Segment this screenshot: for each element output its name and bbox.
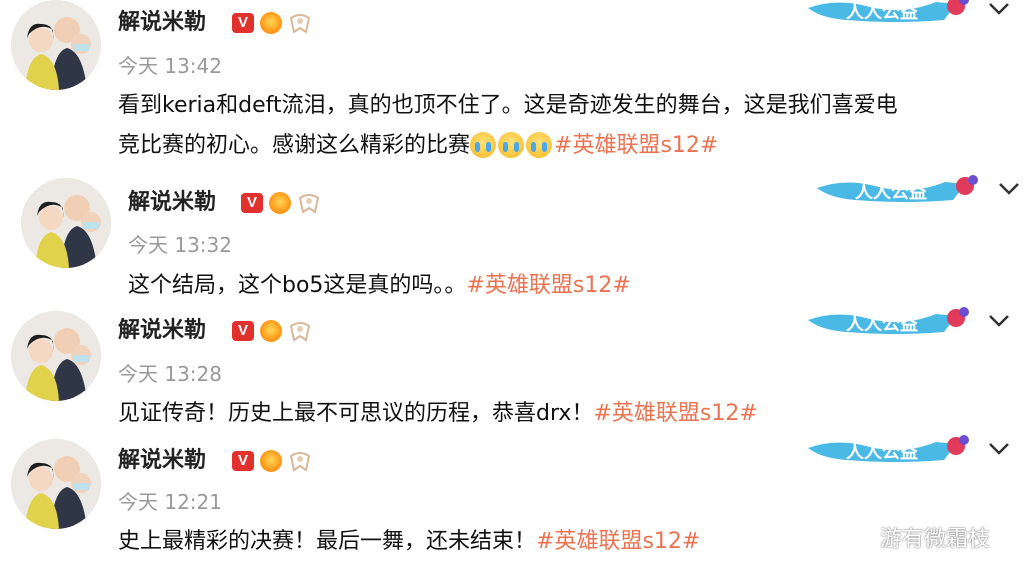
author-name[interactable]: 解说米勒 — [118, 448, 206, 474]
crying-emoji-icon — [498, 132, 525, 158]
hashtag-link[interactable]: #英雄联盟s12# — [536, 529, 700, 554]
post-time[interactable]: 今天 13:42 — [118, 54, 222, 78]
charity-banner[interactable]: 人人公益 — [815, 174, 980, 204]
hashtag-link[interactable]: #英雄联盟s12# — [554, 133, 718, 158]
author-badges: V — [232, 318, 312, 344]
post-text: 史上最精彩的决赛！最后一舞，还未结束！ — [118, 529, 537, 554]
post-text-line: 见证传奇！历史上最不可思议的历程，恭喜drx！#英雄联盟s12# — [118, 394, 758, 433]
hashtag-link[interactable]: #英雄联盟s12# — [466, 273, 630, 298]
banner-text: 人人公益 — [846, 313, 918, 335]
chevron-down-icon[interactable] — [994, 174, 1024, 204]
post-time[interactable]: 今天 13:32 — [128, 233, 232, 257]
avatar[interactable] — [21, 178, 111, 268]
avatar-photo-icon — [11, 311, 101, 401]
post-1: 解说米勒 V 今天 13:42 看到keria和deft流泪，真的也顶不住了。这… — [0, 0, 1024, 175]
author-name[interactable]: 解说米勒 — [128, 190, 216, 216]
watermark-text: 游有微霜枝 — [880, 527, 991, 552]
author-name[interactable]: 解说米勒 — [118, 10, 206, 36]
verified-v-icon: V — [232, 13, 254, 33]
hashtag-link[interactable]: #英雄联盟s12# — [593, 401, 757, 426]
post-3: 解说米勒 V 今天 13:28 见证传奇！历史上最不可思议的历程，恭喜drx！#… — [0, 306, 1024, 434]
post-time[interactable]: 今天 13:28 — [118, 362, 222, 386]
post-text: 这个结局，这个bo5这是真的吗。。 — [128, 273, 467, 298]
chevron-down-icon[interactable] — [984, 434, 1014, 464]
avatar[interactable] — [11, 0, 101, 90]
fire-medal-icon — [269, 192, 291, 214]
post-text: 见证传奇！历史上最不可思议的历程，恭喜drx！ — [118, 401, 594, 426]
post-2: 解说米勒 V 今天 13:32 这个结局，这个bo5这是真的吗。。#英雄联盟s1… — [0, 175, 1024, 306]
post-text-line-2: 竞比赛的初心。感谢这么精彩的比赛 #英雄联盟s12# — [118, 126, 718, 171]
crying-emoji-icon — [526, 132, 553, 158]
chevron-down-icon[interactable] — [984, 306, 1014, 336]
avatar-photo-icon — [11, 0, 101, 90]
charity-banner[interactable]: 人人公益 — [806, 306, 971, 336]
post-text: 竞比赛的初心。感谢这么精彩的比赛 — [118, 133, 471, 158]
post-text-line-1: 看到keria和deft流泪，真的也顶不住了。这是奇迹发生的舞台，这是我们喜爱电 — [118, 93, 898, 118]
ribbon-icon — [289, 322, 311, 342]
charity-banner[interactable]: 人人公益 — [806, 434, 971, 464]
fire-medal-icon — [260, 320, 282, 342]
avatar[interactable] — [11, 439, 101, 529]
post-time[interactable]: 今天 12:21 — [118, 490, 222, 514]
banner-text: 人人公益 — [855, 181, 927, 203]
verified-v-icon: V — [232, 451, 254, 471]
avatar-photo-icon — [11, 439, 101, 529]
charity-banner[interactable]: 人人公益 — [806, 0, 971, 24]
crying-emoji-icon — [470, 132, 497, 158]
banner-text: 人人公益 — [846, 1, 918, 23]
author-badges: V — [232, 448, 312, 474]
weibo-icon — [840, 525, 873, 551]
chevron-down-icon[interactable] — [984, 0, 1014, 24]
author-name[interactable]: 解说米勒 — [118, 318, 206, 344]
ribbon-icon — [289, 452, 311, 472]
avatar[interactable] — [11, 311, 101, 401]
author-badges: V — [241, 190, 321, 216]
post-text-line: 史上最精彩的决赛！最后一舞，还未结束！#英雄联盟s12# — [118, 522, 700, 561]
fire-medal-icon — [260, 12, 282, 34]
crying-emoji-group — [470, 132, 554, 171]
verified-v-icon: V — [232, 321, 254, 341]
fire-medal-icon — [260, 450, 282, 472]
post-text-line: 这个结局，这个bo5这是真的吗。。#英雄联盟s12# — [128, 266, 631, 305]
watermark: 游有微霜枝 — [840, 521, 990, 553]
banner-text: 人人公益 — [846, 441, 918, 463]
ribbon-icon — [298, 194, 320, 214]
verified-v-icon: V — [241, 193, 263, 213]
author-badges: V — [232, 10, 312, 36]
avatar-photo-icon — [21, 178, 111, 268]
ribbon-icon — [289, 14, 311, 34]
